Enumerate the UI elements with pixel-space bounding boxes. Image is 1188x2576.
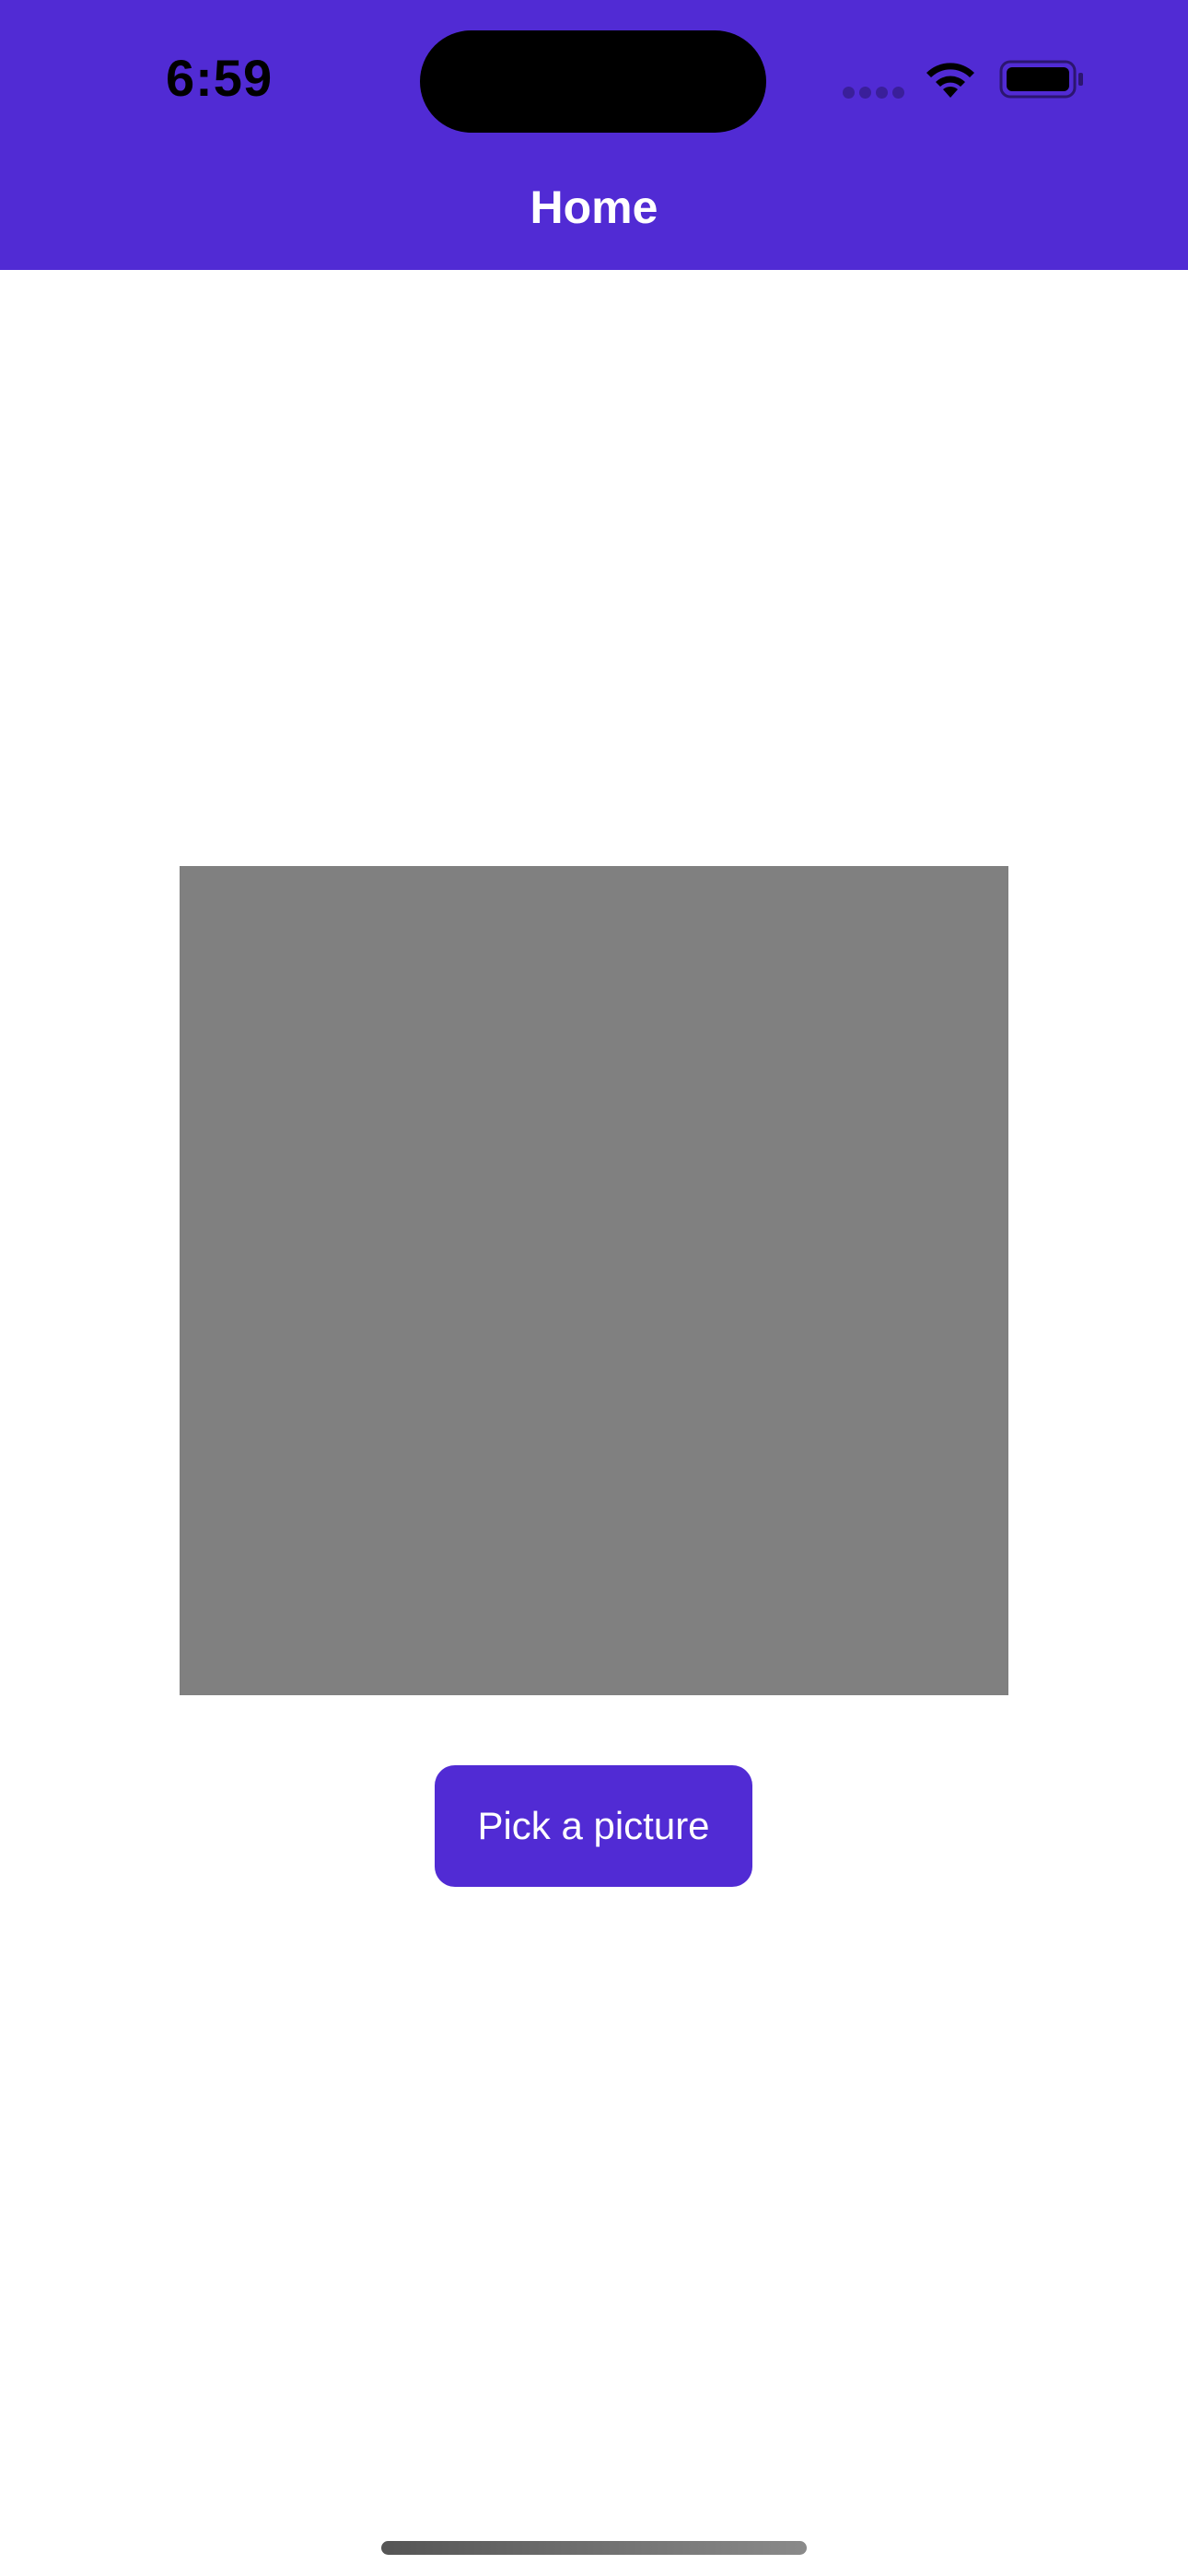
home-indicator[interactable] [381, 2541, 807, 2555]
status-bar-time: 6:59 [166, 49, 274, 107]
wifi-icon [926, 63, 974, 98]
pick-picture-button[interactable]: Pick a picture [435, 1765, 752, 1887]
header: 6:59 Home [0, 0, 1188, 270]
dynamic-island [420, 30, 766, 133]
app-screen: 6:59 Home Pick a picture [0, 0, 1188, 2576]
page-title: Home [530, 181, 658, 233]
battery-icon [999, 60, 1083, 99]
cellular-signal-icon [843, 87, 905, 100]
image-placeholder [180, 866, 1008, 1695]
